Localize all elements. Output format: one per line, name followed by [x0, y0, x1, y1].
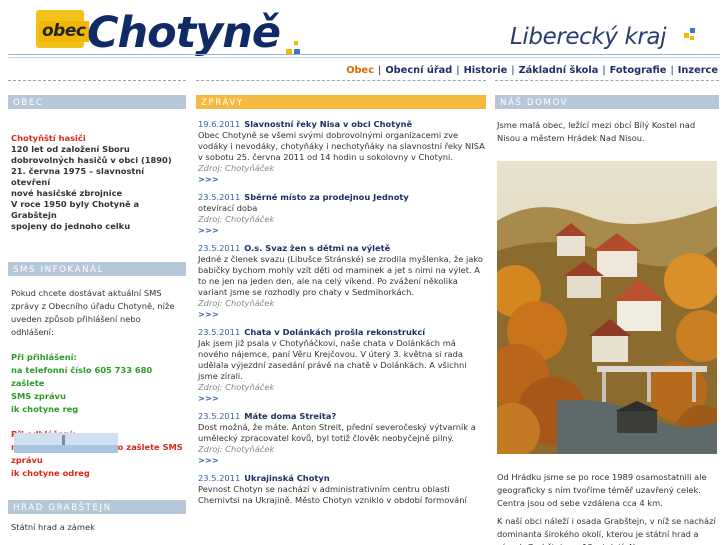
domov-intro: Jsme malá obec, ležící mezi obcí Bílý Ko… [497, 120, 696, 143]
news-source: Zdroj: Chotyňáček [198, 298, 275, 308]
nav-obec[interactable]: Obec [346, 65, 374, 76]
news-body: Dost možná, že máte. Anton Streit, předn… [198, 422, 476, 443]
news-body: Pevnost Chotyn se nachází v administrati… [198, 484, 467, 505]
login-line: na telefonní číslo 605 733 680 zašlete [11, 365, 153, 388]
nav-separator: | [602, 65, 606, 76]
news-date: 23.5.2011 [198, 327, 241, 337]
nav-zakladni-skola[interactable]: Základní škola [519, 65, 599, 76]
news-more-link[interactable]: >>> [198, 225, 486, 236]
mid-dashed-divider [196, 80, 486, 81]
region-square [684, 33, 689, 38]
main-nav: Obec | Obecní úřad | Historie | Základní škola… [346, 65, 718, 76]
right-dashed-divider [495, 80, 719, 81]
logo-prefix: obec [39, 21, 90, 42]
news-more-link[interactable]: >>> [198, 174, 486, 185]
hasici-line: nové hasičské zbrojnice [11, 188, 123, 198]
hrad-heading: HRAD GRABŠTEJN [8, 500, 186, 514]
nav-obecni-urad[interactable]: Obecní úřad [385, 65, 452, 76]
region-square [690, 36, 694, 40]
news-body: Jedné z členek svazu (Libušce Stránské) … [198, 254, 483, 297]
news-heading: ZPRÁVY [196, 95, 486, 109]
nav-separator: | [456, 65, 460, 76]
hasici-line: 21. června 1975 – slavnostní otevření [11, 166, 145, 187]
news-source: Zdroj: Chotyňáček [198, 214, 275, 224]
news-more-link[interactable]: >>> [198, 309, 486, 320]
news-source: Zdroj: Chotyňáček [198, 444, 275, 454]
nav-separator: | [511, 65, 515, 76]
hasici-line: V roce 1950 byly Chotyně a Grabštejn [11, 199, 140, 220]
logo-square [294, 41, 298, 45]
hrad-text: Státní hrad a zámek [11, 522, 95, 532]
login-title: Při přihlášení: [11, 352, 77, 362]
news-item: 23.5.2011 Máte doma Streita? Dost možná, … [198, 411, 486, 466]
news-body: otevírací doba [198, 203, 258, 213]
nav-separator: | [378, 65, 382, 76]
news-source: Zdroj: Chotyňáček [198, 382, 275, 392]
nav-separator: | [670, 65, 674, 76]
hasici-line: dobrovolných hasičů v obci (1890) [11, 155, 172, 165]
login-line: ik chotyne reg [11, 404, 79, 414]
login-line: SMS zprávu [11, 391, 66, 401]
site-header: obec Chotyně Liberecký kraj Obec | Obecní … [0, 0, 727, 80]
left-column: OBEC Chotyňští hasiči 120 let od založen… [8, 95, 186, 534]
news-item: 23.5.2011 Sběrné místo za prodejnou Jedno… [198, 192, 486, 236]
news-title[interactable]: Chata v Dolánkách prošla rekonstrukcí [244, 327, 425, 337]
news-title[interactable]: Slavnostní řeky Nisa v obci Chotyně [244, 119, 412, 129]
header-divider [8, 57, 720, 58]
news-title[interactable]: Máte doma Streita? [244, 411, 336, 421]
news-title[interactable]: Ukrajinská Chotyn [244, 473, 329, 483]
logout-line: ik chotyne odreg [11, 468, 90, 478]
obec-heading: OBEC [8, 95, 186, 109]
castle-photo[interactable] [14, 433, 118, 453]
header-divider [8, 54, 720, 55]
village-photo[interactable] [497, 161, 717, 454]
sms-intro: Pokud chcete dostávat aktuální SMS zpráv… [11, 288, 175, 337]
news-source: Zdroj: Chotyňáček [198, 163, 275, 173]
news-item: 23.5.2011 Ukrajinská Chotyn Pevnost Choty… [198, 473, 486, 506]
domov-heading: NÁŠ DOMOV [495, 95, 719, 109]
region-square [690, 28, 695, 33]
news-date: 23.5.2011 [198, 473, 241, 483]
domov-text-1: Od Hrádku jsme se po roce 1989 osamostat… [497, 472, 707, 508]
hasici-line: 120 let od založení Sboru [11, 144, 130, 154]
news-body: Obec Chotyně se všemi svými dobrovolnými… [198, 130, 485, 162]
nav-historie[interactable]: Historie [464, 65, 508, 76]
left-dashed-divider [8, 80, 186, 81]
news-date: 23.5.2011 [198, 192, 241, 202]
news-title[interactable]: O.s. Svaz žen s dětmi na výletě [244, 243, 390, 253]
news-list: 19.6.2011 Slavnostní řeky Nisa v obci Cho… [196, 109, 486, 506]
hasici-line: spojeny do jednoho celku [11, 221, 131, 231]
middle-column: ZPRÁVY 19.6.2011 Slavnostní řeky Nisa v o… [196, 95, 486, 513]
logout-line: zprávu [11, 455, 43, 465]
right-column: NÁŠ DOMOV Jsme malá obec, ležící mezi ob… [495, 95, 719, 545]
news-body: Jak jsem již psala v Chotyňáčkovi, naše … [198, 338, 467, 381]
news-item: 23.5.2011 O.s. Svaz žen s dětmi na výletě… [198, 243, 486, 320]
region-title: Liberecký kraj [510, 24, 667, 50]
logo-name: Chotyně [87, 8, 281, 58]
nav-fotografie[interactable]: Fotografie [610, 65, 667, 76]
hasici-box: Chotyňští hasiči 120 let od založení Sbo… [8, 109, 186, 232]
news-item: 19.6.2011 Slavnostní řeky Nisa v obci Cho… [198, 119, 486, 185]
domov-text-2: K naší obci náleží i osada Grabštejn, v … [497, 516, 716, 545]
nav-inzerce[interactable]: Inzerce [678, 65, 718, 76]
news-more-link[interactable]: >>> [198, 393, 486, 404]
news-date: 23.5.2011 [198, 411, 241, 421]
news-item: 23.5.2011 Chata v Dolánkách prošla rekons… [198, 327, 486, 404]
hasici-title[interactable]: Chotyňští hasiči [11, 133, 183, 144]
news-more-link[interactable]: >>> [198, 455, 486, 466]
sms-heading: SMS INFOKANÁL [8, 262, 186, 276]
news-title[interactable]: Sběrné místo za prodejnou Jednoty [244, 192, 409, 202]
news-date: 19.6.2011 [198, 119, 241, 129]
news-date: 23.5.2011 [198, 243, 241, 253]
